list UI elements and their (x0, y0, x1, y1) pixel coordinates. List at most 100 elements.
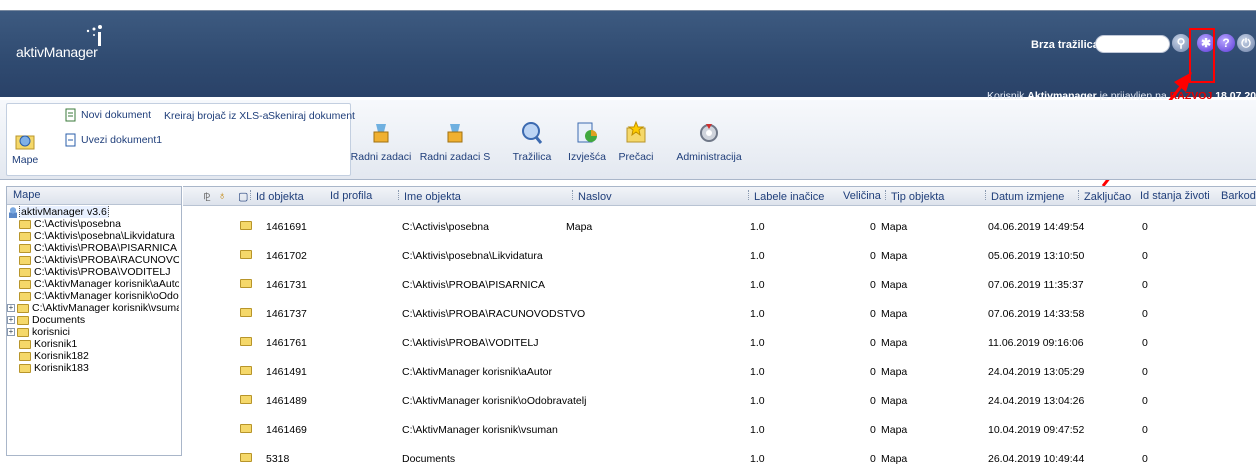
folder-tree: aktivManager v3.6 C:\Activis\posebna C:\Ak… (7, 205, 181, 375)
help-icon[interactable]: ? (1217, 34, 1235, 52)
cell-id-stanja: 0 (1142, 395, 1148, 407)
cell-labele: 1.0 (750, 424, 765, 436)
tree-item[interactable]: C:\AktivManager korisnik\aAutor (9, 278, 179, 290)
cell-id-objekta: 1461731 (266, 279, 307, 291)
tasks-s-icon (442, 120, 468, 146)
power-icon[interactable]: ⏻ (1237, 34, 1255, 52)
tree-item[interactable]: Korisnik1 (9, 338, 179, 350)
col-ime-objekta[interactable]: Ime objekta (398, 190, 461, 203)
cell-velicina: 0 (870, 279, 876, 291)
folder-icon (17, 327, 29, 337)
cell-id-objekta: 1461702 (266, 250, 307, 262)
tree-item-label: C:\Aktivis\posebna\Likvidatura (34, 230, 175, 242)
table-row[interactable]: 5318 Documents 1.0 0 Mapa 26.04.2019 10:49:44… (183, 444, 1256, 473)
expand-icon[interactable]: + (7, 328, 15, 336)
attachment-col-icon[interactable]: ⅊ (203, 190, 211, 205)
quick-search-input[interactable] (1095, 35, 1170, 53)
radni-zadaci-s-button[interactable]: Radni zadaci S (420, 120, 490, 163)
expand-icon[interactable]: + (7, 316, 15, 324)
search-icon[interactable]: ⚲ (1172, 34, 1190, 52)
table-row[interactable]: 1461469 C:\AktivManager korisnik\vsuman 1.… (183, 415, 1256, 444)
table-row[interactable]: 1461731 C:\Aktivis\PROBA\PISARNICA 1.0 0 Map… (183, 270, 1256, 299)
tree-root[interactable]: aktivManager v3.6 (9, 206, 179, 218)
col-datum[interactable]: Datum izmjene (985, 190, 1064, 203)
izvjesca-button[interactable]: Izvješća (560, 120, 614, 163)
tree-item-label: Documents (32, 314, 86, 326)
cell-ime-objekta: C:\Aktivis\PROBA\PISARNICA (402, 279, 545, 291)
expand-icon[interactable]: + (7, 304, 15, 312)
col-zakljucao[interactable]: Zaključao (1078, 190, 1131, 203)
table-row[interactable]: 1461737 C:\Aktivis\PROBA\RACUNOVODSTVO 1.0… (183, 299, 1256, 328)
tree-item-label: C:\Aktivis\PROBA\PISARNICA (34, 242, 177, 254)
folder-icon (19, 339, 31, 349)
cell-velicina: 0 (870, 308, 876, 320)
folder-icon (19, 267, 31, 277)
cell-id-objekta: 1461469 (266, 424, 307, 436)
folder-icon (19, 279, 31, 289)
cell-velicina: 0 (870, 221, 876, 233)
tree-item[interactable]: C:\Aktivis\posebna\Likvidatura (9, 230, 179, 242)
cell-id-stanja: 0 (1142, 250, 1148, 262)
cell-id-objekta: 1461737 (266, 308, 307, 320)
col-id-stanja[interactable]: Id stanja životi (1140, 190, 1210, 202)
cell-velicina: 0 (870, 337, 876, 349)
mape-button[interactable]: Mape (12, 130, 38, 166)
col-tip[interactable]: Tip objekta (885, 190, 944, 203)
col-id-objekta[interactable]: Id objekta (250, 190, 304, 203)
cell-velicina: 0 (870, 395, 876, 407)
tree-item[interactable]: C:\Aktivis\PROBA\PISARNICA (9, 242, 179, 254)
cell-datum: 10.04.2019 09:47:52 (988, 424, 1085, 436)
cell-ime-objekta: Documents (402, 453, 456, 465)
administracija-button[interactable]: Administracija (676, 120, 742, 163)
table-row[interactable]: 1461691 C:\Activis\posebna Mapa 1.0 0 Mapa 04.… (183, 212, 1256, 241)
folder-icon (19, 231, 31, 241)
tree-item[interactable]: + Documents (7, 314, 179, 326)
new-document-icon (65, 108, 76, 122)
col-barkod[interactable]: Barkod (1221, 190, 1256, 202)
cell-id-objekta: 5318 (266, 453, 290, 465)
table-row[interactable]: 1461491 C:\AktivManager korisnik\aAutor 1.… (183, 357, 1256, 386)
cell-labele: 1.0 (750, 453, 765, 465)
novi-dokument-label: Novi dokument (81, 109, 152, 121)
col-labele[interactable]: Labele inačice (748, 190, 824, 203)
radni-zadaci-s-label: Radni zadaci S (419, 151, 491, 163)
table-row[interactable]: 1461702 C:\Aktivis\posebna\Likvidatura 1.0… (183, 241, 1256, 270)
cell-id-stanja: 0 (1142, 366, 1148, 378)
cell-datum: 26.04.2019 10:49:44 (988, 453, 1085, 465)
precaci-button[interactable]: Prečaci (609, 120, 663, 163)
cell-datum: 11.06.2019 09:16:06 (988, 337, 1084, 349)
tree-item[interactable]: C:\Aktivis\PROBA\RACUNOVODSTV (9, 254, 179, 266)
cell-id-stanja: 0 (1142, 337, 1148, 349)
folder-icon (240, 366, 252, 375)
novi-dokument-button[interactable]: Novi dokument (64, 108, 151, 122)
logo-mark-icon (86, 25, 102, 46)
cell-tip: Mapa (881, 279, 908, 291)
tree-item[interactable]: Korisnik183 (9, 362, 179, 374)
col-velicina[interactable]: Veličina (843, 190, 881, 202)
tree-item-label: Korisnik183 (34, 362, 89, 374)
uvezi-dokument-button[interactable]: Uvezi dokument1 (64, 133, 162, 147)
cell-tip: Mapa (881, 337, 908, 349)
folder-icon (240, 424, 252, 433)
tree-item[interactable]: C:\Activis\posebna (9, 218, 179, 230)
radni-zadaci-button[interactable]: Radni zadaci (351, 120, 411, 163)
tree-item[interactable]: C:\Aktivis\PROBA\VODITELJ (9, 266, 179, 278)
ribbon-toolbar: Mape Novi dokument Uvezi dokument1 Kreir… (0, 100, 1256, 180)
skeniraj-button[interactable]: Skeniraj dokument (268, 110, 355, 122)
document-col-icon[interactable]: ▢ (238, 190, 248, 203)
app-header: aktivManager Brza tražilica: ⚲ ✱ ? ⏻ Kor… (0, 10, 1256, 102)
tree-item[interactable]: Korisnik182 (9, 350, 179, 362)
cell-tip: Mapa (881, 308, 908, 320)
tree-item[interactable]: + korisnici (7, 326, 179, 338)
trazilica-button[interactable]: Tražilica (505, 120, 559, 163)
folder-icon (19, 291, 31, 301)
lock-col-icon[interactable]: ♁ (218, 190, 226, 202)
table-row[interactable]: 1461489 C:\AktivManager korisnik\oOdobrav… (183, 386, 1256, 415)
col-id-profila[interactable]: Id profila (330, 190, 372, 202)
col-naslov[interactable]: Naslov (572, 190, 612, 203)
table-row[interactable]: 1461761 C:\Aktivis\PROBA\VODITELJ 1.0 0 Mapa… (183, 328, 1256, 357)
tree-item-label: aktivManager v3.6 (19, 206, 109, 218)
tree-item[interactable]: + C:\AktivManager korisnik\vsuman (7, 302, 179, 314)
kreiraj-brojac-button[interactable]: Kreiraj brojač iz XLS-a (164, 110, 268, 122)
tree-item[interactable]: C:\AktivManager korisnik\oOdobrav (9, 290, 179, 302)
